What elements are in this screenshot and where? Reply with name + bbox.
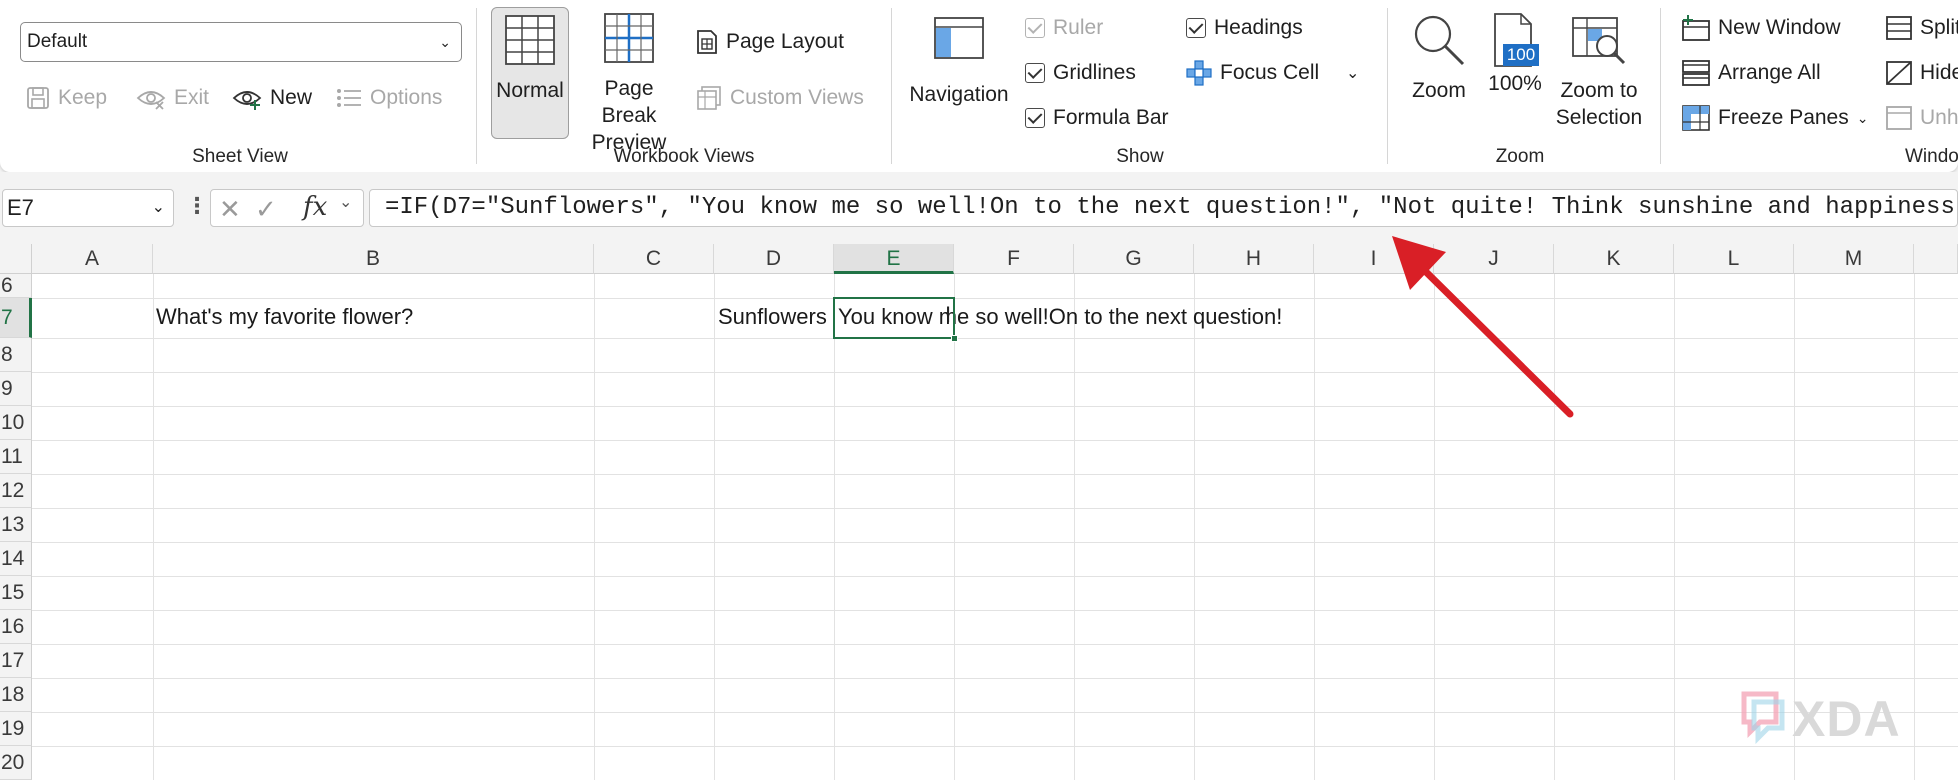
xda-logo: XDA: [1738, 688, 1920, 747]
annotation-arrow: [1392, 236, 1574, 418]
xda-wordmark: XDA: [1792, 691, 1901, 747]
